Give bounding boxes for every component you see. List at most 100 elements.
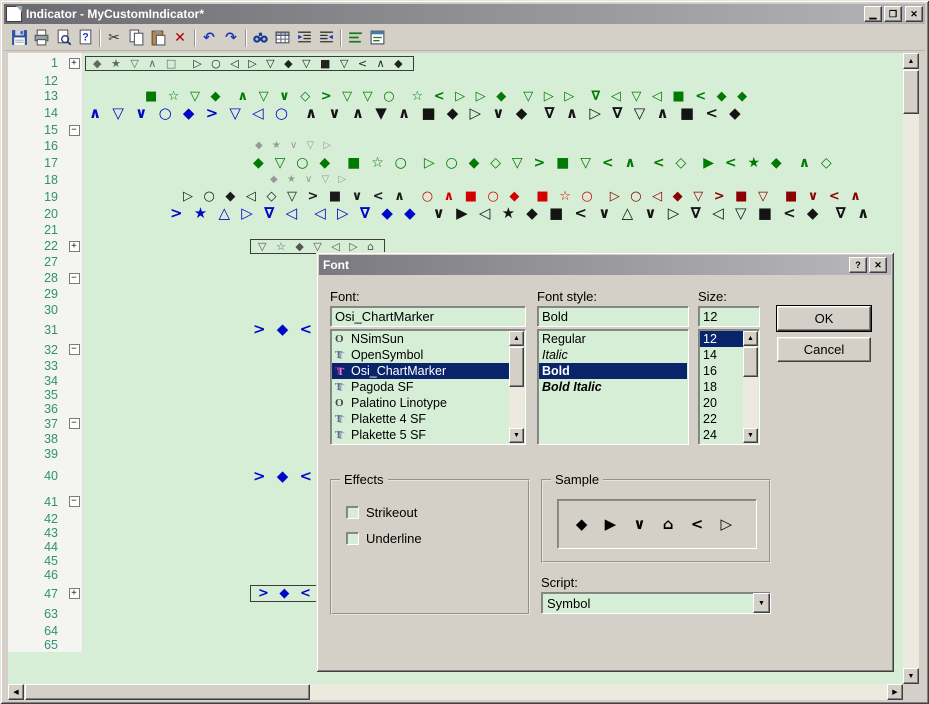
font-list-scroll-thumb[interactable]: [509, 347, 524, 387]
font-style-list[interactable]: Regular Italic Bold Bold Italic: [537, 329, 689, 445]
size-list-item[interactable]: 20: [700, 395, 743, 411]
font-list-item[interactable]: T Plakette 5 SF: [332, 427, 509, 443]
font-list-item[interactable]: T Pagoda SF: [332, 379, 509, 395]
editor-line: 12: [8, 73, 903, 88]
size-list-scrollbar[interactable]: ▲ ▼: [743, 331, 758, 443]
undo-icon[interactable]: ↶: [198, 27, 220, 49]
code-symbols: ◁ ▷ ∇ ◆ ◆: [314, 206, 419, 221]
style-list-item[interactable]: Bold: [539, 363, 687, 379]
size-list-scroll-thumb[interactable]: [743, 347, 758, 377]
font-list-scroll-down[interactable]: ▼: [509, 428, 524, 443]
size-list-scroll-down[interactable]: ▼: [743, 428, 758, 443]
code-symbols: ◆ ★ ▽ ∧ □: [93, 56, 180, 70]
properties-icon[interactable]: [366, 27, 388, 49]
line-number: 46: [8, 568, 66, 582]
help-icon[interactable]: ?: [74, 27, 96, 49]
fold-marker[interactable]: −: [68, 344, 80, 355]
scroll-right-arrow[interactable]: ▶: [887, 684, 903, 700]
editor-line: 15−: [8, 122, 903, 138]
font-list-item[interactable]: O NSimSun: [332, 331, 509, 347]
fold-margin: +: [66, 53, 83, 73]
editor-vertical-scrollbar[interactable]: ▲ ▼: [903, 53, 919, 684]
dialog-help-button[interactable]: ?: [849, 257, 867, 273]
line-number: 22: [8, 238, 66, 254]
fold-margin: −: [66, 122, 83, 138]
print-preview-icon[interactable]: [52, 27, 74, 49]
cancel-button[interactable]: Cancel: [777, 337, 871, 362]
ok-button[interactable]: OK: [776, 305, 872, 332]
vertical-scroll-thumb[interactable]: [903, 70, 919, 114]
script-icon[interactable]: [344, 27, 366, 49]
font-list-scrollbar[interactable]: ▲ ▼: [509, 331, 524, 443]
delete-icon[interactable]: ✕: [169, 27, 191, 49]
scroll-down-arrow[interactable]: ▼: [903, 668, 919, 684]
size-list-item[interactable]: 22: [700, 411, 743, 427]
save-icon[interactable]: [8, 27, 30, 49]
fold-marker[interactable]: +: [68, 57, 80, 69]
paste-icon[interactable]: [147, 27, 169, 49]
size-list[interactable]: 12 14 16 18 20 22 24 ▲ ▼: [698, 329, 760, 445]
copy-icon[interactable]: [125, 27, 147, 49]
size-list-item[interactable]: 14: [700, 347, 743, 363]
editor-line: 14 ∧ ▽ ∨ ○ ◆ > ▽ ◁ ○ ∧ ∨ ∧ ▼ ∧ ■ ◆ ▷ ∨ ◆ ∇ …: [8, 104, 903, 122]
outdent-icon[interactable]: [315, 27, 337, 49]
font-style-input[interactable]: Bold: [537, 306, 689, 327]
symbol-run: ▷ ○ ◆ ◁ ◇ ▽ > ■ ∨ < ∧ ○ ∧ ■ ○ ◆ ■ ☆ ○ ▷ ○ ◁…: [183, 190, 864, 203]
cut-icon[interactable]: ✂: [103, 27, 125, 49]
close-button[interactable]: ✕: [905, 6, 923, 22]
code-symbols: ▽ ▷ ▷: [523, 89, 578, 103]
fold-marker[interactable]: +: [68, 240, 80, 252]
font-list-item[interactable]: T Plakette 4 SF: [332, 411, 509, 427]
line-number: 17: [8, 154, 66, 172]
size-list-scroll-up[interactable]: ▲: [743, 331, 758, 346]
fold-marker[interactable]: −: [68, 496, 80, 507]
line-number: 20: [8, 205, 66, 222]
scroll-up-arrow[interactable]: ▲: [903, 53, 919, 69]
dialog-close-button[interactable]: ✕: [869, 257, 887, 273]
redo-icon[interactable]: ↷: [220, 27, 242, 49]
font-list-item[interactable]: T OpenSymbol: [332, 347, 509, 363]
font-list[interactable]: O NSimSun T OpenSymbol T Osi_ChartMarker T Pago…: [330, 329, 526, 445]
horizontal-scroll-thumb[interactable]: [25, 684, 310, 700]
fold-margin: [66, 402, 83, 416]
indent-icon[interactable]: [293, 27, 315, 49]
style-list-item[interactable]: Italic: [539, 347, 687, 363]
scroll-left-arrow[interactable]: ◀: [8, 684, 24, 700]
code-symbols: ▷ ○ ◆ ◇ ▽ > ■ ▽ < ∧: [423, 156, 639, 170]
minimize-button[interactable]: ▁: [864, 6, 882, 22]
font-type-icon: T: [335, 349, 343, 361]
line-number: 13: [8, 88, 66, 104]
fold-marker[interactable]: −: [68, 418, 80, 429]
size-list-item[interactable]: 24: [700, 427, 743, 443]
fold-marker[interactable]: −: [68, 124, 80, 136]
grid-icon[interactable]: [271, 27, 293, 49]
size-list-item[interactable]: 18: [700, 379, 743, 395]
maximize-button[interactable]: ❐: [884, 6, 902, 22]
size-list-item[interactable]: 16: [700, 363, 743, 379]
size-label: Size:: [698, 289, 727, 304]
fold-marker[interactable]: −: [68, 272, 80, 284]
fold-marker[interactable]: +: [68, 588, 80, 599]
line-number: 16: [8, 138, 66, 154]
size-list-item[interactable]: 12: [700, 331, 743, 347]
font-type-icon: T: [335, 413, 343, 425]
font-dialog-titlebar[interactable]: Font ? ✕: [319, 255, 891, 275]
font-type-icon: O: [335, 333, 344, 345]
size-input[interactable]: 12: [698, 306, 760, 327]
font-list-scroll-up[interactable]: ▲: [509, 331, 524, 346]
fold-margin: −: [66, 341, 83, 358]
font-list-item[interactable]: O Palatino Linotype: [332, 395, 509, 411]
font-list-item[interactable]: T Osi_ChartMarker: [332, 363, 509, 379]
script-dropdown-arrow[interactable]: ▼: [753, 593, 770, 613]
find-icon[interactable]: [249, 27, 271, 49]
strikeout-checkbox[interactable]: [346, 506, 359, 519]
underline-checkbox[interactable]: [346, 532, 359, 545]
style-list-item[interactable]: Bold Italic: [539, 379, 687, 395]
script-dropdown[interactable]: Symbol ▼: [541, 592, 771, 614]
line-number: 39: [8, 446, 66, 461]
code-symbols: ▷ ○ ◁ ◆ ▽ > ■ ▽: [609, 190, 771, 203]
print-icon[interactable]: [30, 27, 52, 49]
style-list-item[interactable]: Regular: [539, 331, 687, 347]
editor-horizontal-scrollbar[interactable]: ◀ ▶: [8, 684, 903, 700]
font-name-input[interactable]: Osi_ChartMarker: [330, 306, 526, 327]
